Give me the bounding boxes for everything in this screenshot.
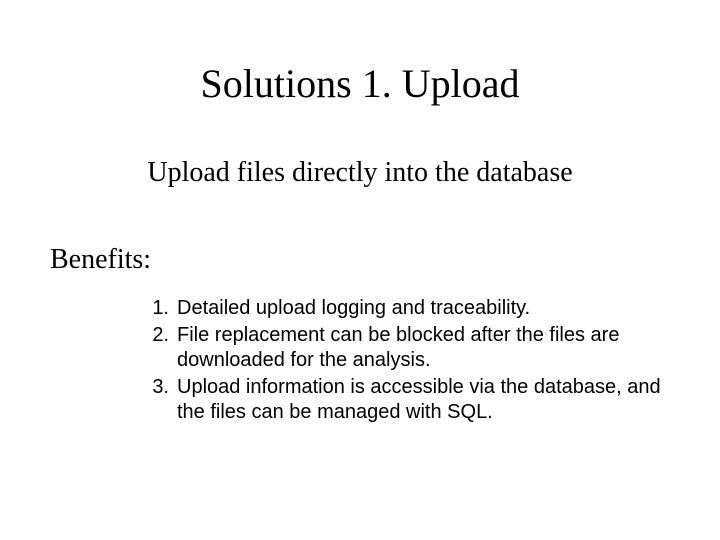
list-number: 2. (145, 323, 169, 348)
list-text: Detailed upload logging and traceability… (177, 297, 530, 319)
list-number: 3. (145, 375, 169, 400)
list-item: 3. Upload information is accessible via … (145, 375, 670, 425)
list-item: 2. File replacement can be blocked after… (145, 323, 670, 373)
benefits-heading: Benefits: (50, 244, 670, 276)
benefits-list: 1. Detailed upload logging and traceabil… (50, 296, 670, 425)
list-item: 1. Detailed upload logging and traceabil… (145, 296, 670, 321)
list-text: Upload information is accessible via the… (177, 376, 661, 423)
list-number: 1. (145, 296, 169, 321)
slide-subtitle: Upload files directly into the database (100, 157, 620, 189)
list-text: File replacement can be blocked after th… (177, 324, 619, 371)
slide-title: Solutions 1. Upload (50, 60, 670, 107)
